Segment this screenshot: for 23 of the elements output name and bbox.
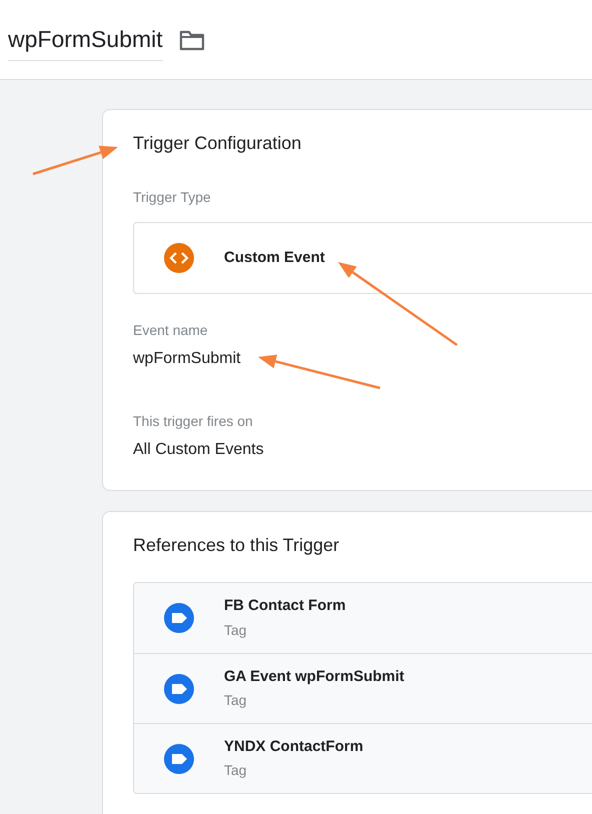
tag-icon bbox=[164, 674, 194, 704]
trigger-type-selector[interactable]: Custom Event bbox=[133, 222, 592, 294]
trigger-name-field[interactable]: wpFormSubmit bbox=[8, 22, 163, 62]
reference-name: YNDX ContactForm bbox=[224, 736, 364, 757]
reference-row[interactable]: GA Event wpFormSubmit Tag bbox=[134, 653, 592, 723]
field-value: All Custom Events bbox=[133, 440, 265, 460]
tag-icon bbox=[164, 603, 194, 633]
reference-row[interactable]: FB Contact Form Tag bbox=[134, 583, 592, 653]
reference-type: Tag bbox=[224, 691, 248, 710]
code-icon bbox=[164, 243, 194, 273]
tag-icon bbox=[164, 744, 194, 774]
card-title: References to this Trigger bbox=[133, 534, 340, 557]
reference-name: FB Contact Form bbox=[224, 596, 346, 616]
card-title: Trigger Configuration bbox=[133, 132, 302, 155]
field-label: Event name bbox=[133, 321, 209, 340]
reference-name: GA Event wpFormSubmit bbox=[224, 666, 404, 687]
folder-icon[interactable] bbox=[178, 28, 205, 50]
field-value: wpFormSubmit bbox=[133, 349, 242, 369]
field-label: Trigger Type bbox=[133, 188, 212, 207]
reference-type: Tag bbox=[224, 620, 248, 640]
field-label: This trigger fires on bbox=[133, 412, 254, 431]
reference-type: Tag bbox=[224, 761, 248, 780]
reference-row[interactable]: YNDX ContactForm Tag bbox=[134, 723, 592, 793]
